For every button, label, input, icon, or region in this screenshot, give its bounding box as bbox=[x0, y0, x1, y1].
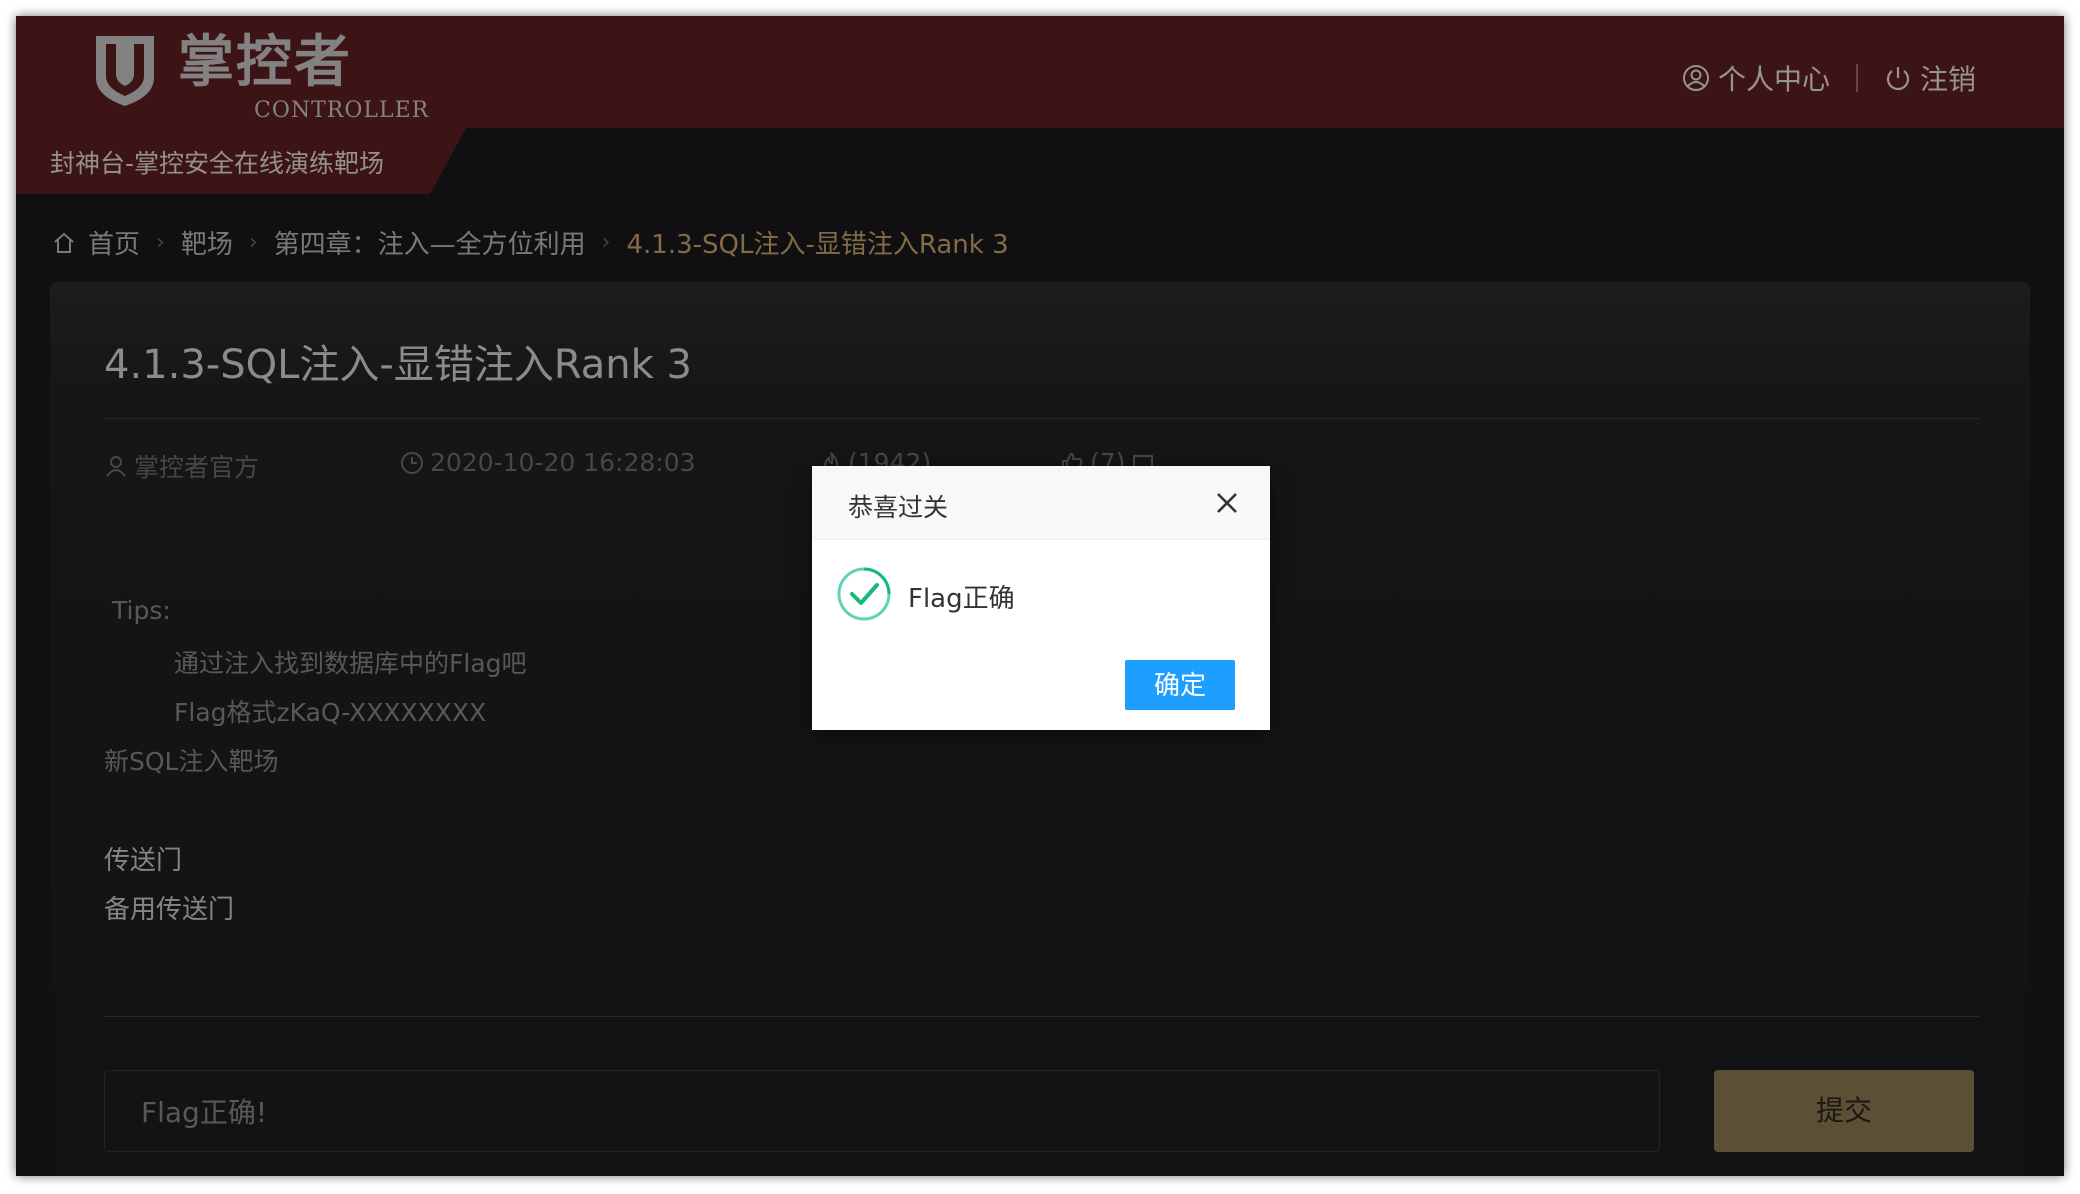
success-check-icon bbox=[837, 567, 891, 621]
modal-message: Flag正确 bbox=[908, 584, 1015, 614]
modal-title: 恭喜过关 bbox=[848, 493, 949, 522]
close-icon[interactable] bbox=[1212, 488, 1242, 518]
app-window: 掌控者 CONTROLLER 个人中心 注销 封神台-掌控安全在线演练靶场 首页… bbox=[16, 16, 2064, 1176]
ok-button[interactable]: 确定 bbox=[1125, 660, 1235, 710]
success-modal: 恭喜过关 Flag正确 确定 bbox=[812, 466, 1270, 730]
modal-header: 恭喜过关 bbox=[812, 466, 1270, 540]
